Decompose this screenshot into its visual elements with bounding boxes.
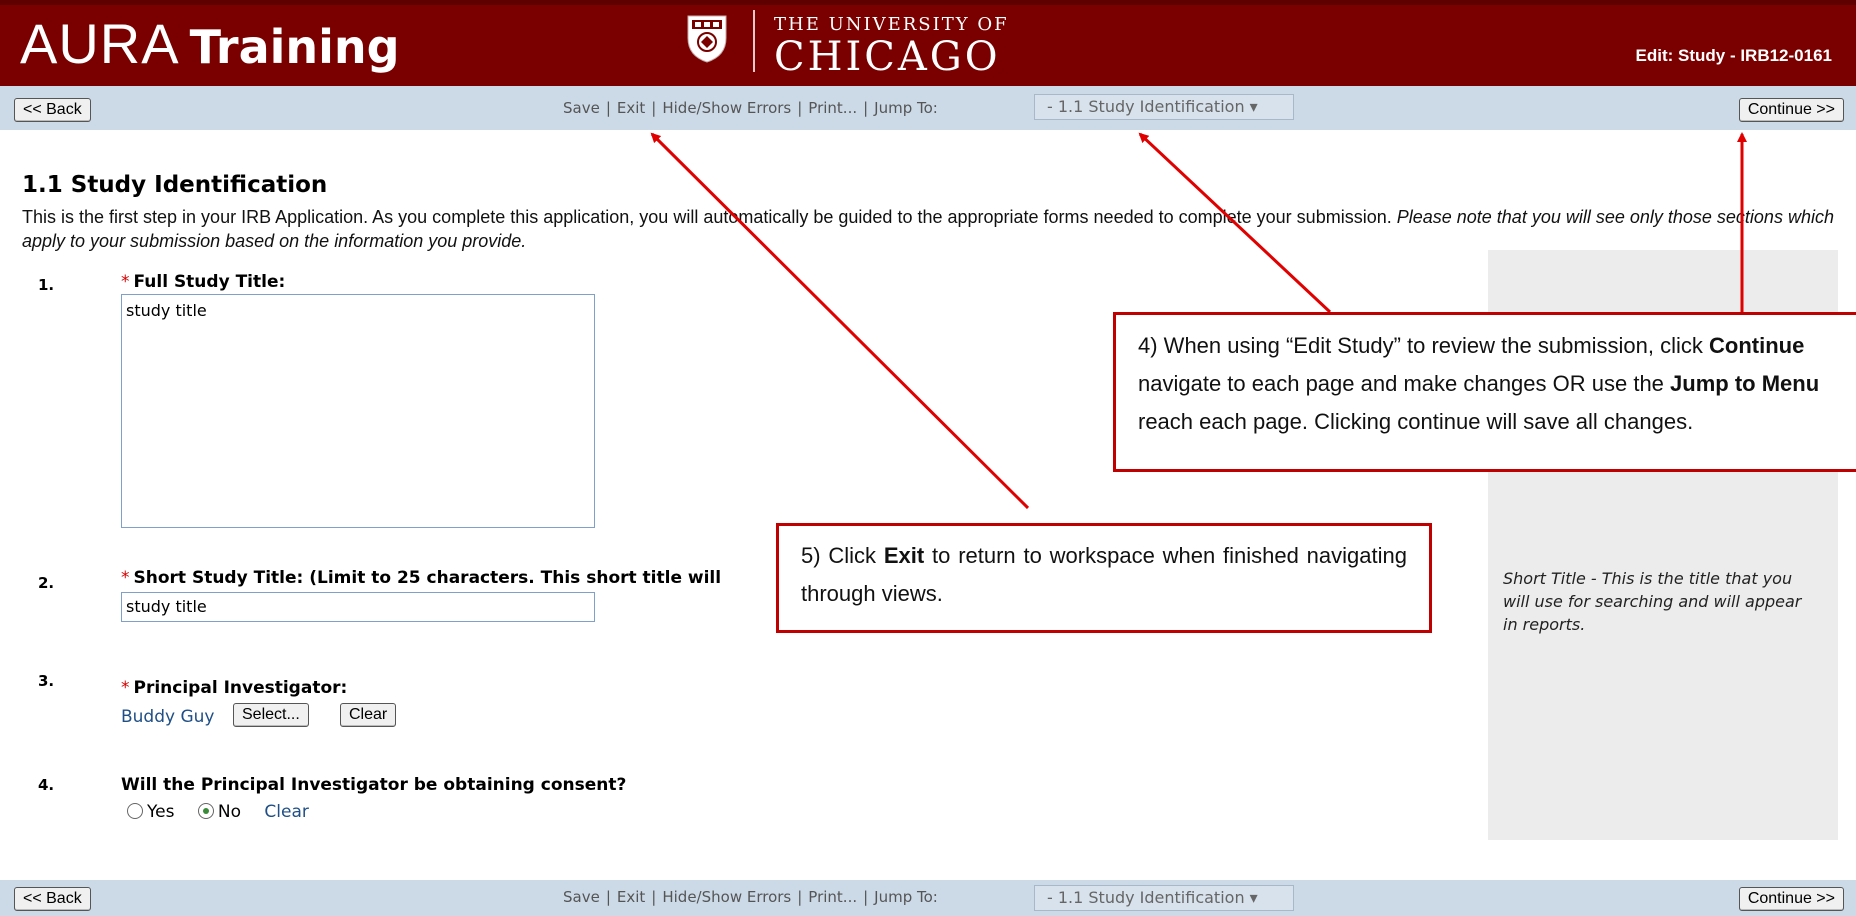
full-study-title-textarea[interactable]: study title <box>121 294 595 528</box>
separator: | <box>863 888 869 906</box>
short-study-title-input[interactable]: study title <box>121 592 595 622</box>
clear-consent-link[interactable]: Clear <box>264 802 308 822</box>
back-button[interactable]: << Back <box>14 98 91 122</box>
short-study-title-label: * Short Study Title: (Limit to 25 charact… <box>121 568 721 588</box>
bottom-toolbar: << Back Save | Exit | Hide/Show Errors | Print… <box>0 880 1856 916</box>
app-title-sub: Training <box>189 20 400 74</box>
top-toolbar: << Back Save | Exit | Hide/Show Errors | Print… <box>0 86 1856 130</box>
university-crest-icon <box>687 15 727 63</box>
callout-line: navigate to each page and make changes O… <box>1138 365 1856 403</box>
section-intro: This is the first step in your IRB Appli… <box>22 205 1852 253</box>
separator: | <box>797 888 803 906</box>
exit-link[interactable]: Exit <box>617 888 645 906</box>
required-mark: * <box>121 568 130 588</box>
callout-bold-text: Exit <box>883 543 925 568</box>
required-mark: * <box>121 272 130 292</box>
hide-show-errors-link[interactable]: Hide/Show Errors <box>662 99 791 117</box>
full-study-title-label: * Full Study Title: <box>121 272 285 292</box>
separator: | <box>651 888 657 906</box>
exit-link[interactable]: Exit <box>617 99 645 117</box>
header-top-line <box>0 0 1856 5</box>
separator: | <box>605 99 611 117</box>
separator: | <box>863 99 869 117</box>
select-pi-button[interactable]: Select... <box>233 703 309 727</box>
question-number: 4. <box>38 776 55 794</box>
separator: | <box>797 99 803 117</box>
question-label: Principal Investigator: <box>133 678 348 698</box>
consent-radio-group: Yes No Clear <box>127 802 309 822</box>
question-label: Full Study Title: <box>133 272 286 292</box>
yes-radio[interactable] <box>127 803 143 819</box>
callout-line: 4) When using “Edit Study” to review the… <box>1138 327 1856 365</box>
header-divider <box>753 10 755 72</box>
app-header: AURA Training THE UNIVERSITY OF CHICAGO E… <box>0 0 1856 86</box>
hide-show-errors-link[interactable]: Hide/Show Errors <box>662 888 791 906</box>
principal-investigator-label: * Principal Investigator: <box>121 678 347 698</box>
university-name-line1: THE UNIVERSITY OF <box>774 14 1009 35</box>
jump-to-select[interactable]: - 1.1 Study Identification ▾ <box>1034 885 1294 911</box>
question-number: 3. <box>38 672 55 690</box>
arrow-to-exit <box>650 132 1030 510</box>
save-link[interactable]: Save <box>563 99 600 117</box>
short-title-help: Short Title - This is the title that you… <box>1503 569 1802 634</box>
clear-pi-button[interactable]: Clear <box>340 703 397 727</box>
no-radio-label[interactable]: No <box>218 802 241 822</box>
print-link[interactable]: Print... <box>808 888 857 906</box>
toolbar-links: Save | Exit | Hide/Show Errors | Print... | Jump… <box>563 888 938 906</box>
app-title: AURA Training <box>20 14 400 77</box>
callout-text: 4) When using “Edit Study” to review the… <box>1138 333 1710 358</box>
jump-to-label: Jump To: <box>874 888 938 906</box>
callout-bold-text: Continue <box>1709 333 1805 358</box>
print-link[interactable]: Print... <box>808 99 857 117</box>
back-button[interactable]: << Back <box>14 887 91 911</box>
separator: | <box>651 99 657 117</box>
app-title-main: AURA <box>20 12 180 75</box>
jump-to-label: Jump To: <box>874 99 938 117</box>
callout-exit: 5) Click Exit to return to workspace whe… <box>776 523 1432 633</box>
section-title: 1.1 Study Identification <box>22 172 328 198</box>
callout-text: navigate to each page and make changes O… <box>1138 371 1671 396</box>
callout-edit-study: 4) When using “Edit Study” to review the… <box>1113 312 1856 472</box>
callout-text: 5) Click <box>801 543 884 568</box>
save-link[interactable]: Save <box>563 888 600 906</box>
jump-to-select[interactable]: - 1.1 Study Identification ▾ <box>1034 94 1294 120</box>
callout-line: reach each page. Clicking continue will … <box>1138 409 1694 434</box>
required-mark: * <box>121 678 130 698</box>
intro-text: This is the first step in your IRB Appli… <box>22 207 1397 227</box>
question-number: 1. <box>38 276 55 294</box>
separator: | <box>605 888 611 906</box>
yes-radio-label[interactable]: Yes <box>147 802 174 822</box>
principal-investigator-name[interactable]: Buddy Guy <box>121 707 215 727</box>
question-label: Short Study Title: (Limit to 25 characte… <box>133 568 722 588</box>
university-name-line2: CHICAGO <box>774 34 1001 80</box>
callout-bold-text: Jump to Menu <box>1670 371 1820 396</box>
consent-question-label: Will the Principal Investigator be obtai… <box>121 775 627 795</box>
edit-study-label: Edit: Study - IRB12-0161 <box>1635 46 1833 65</box>
continue-button[interactable]: Continue >> <box>1738 98 1844 122</box>
question-number: 2. <box>38 574 55 592</box>
toolbar-links: Save | Exit | Hide/Show Errors | Print... | Jump… <box>563 99 938 117</box>
continue-button[interactable]: Continue >> <box>1738 887 1844 911</box>
no-radio[interactable] <box>197 803 214 819</box>
